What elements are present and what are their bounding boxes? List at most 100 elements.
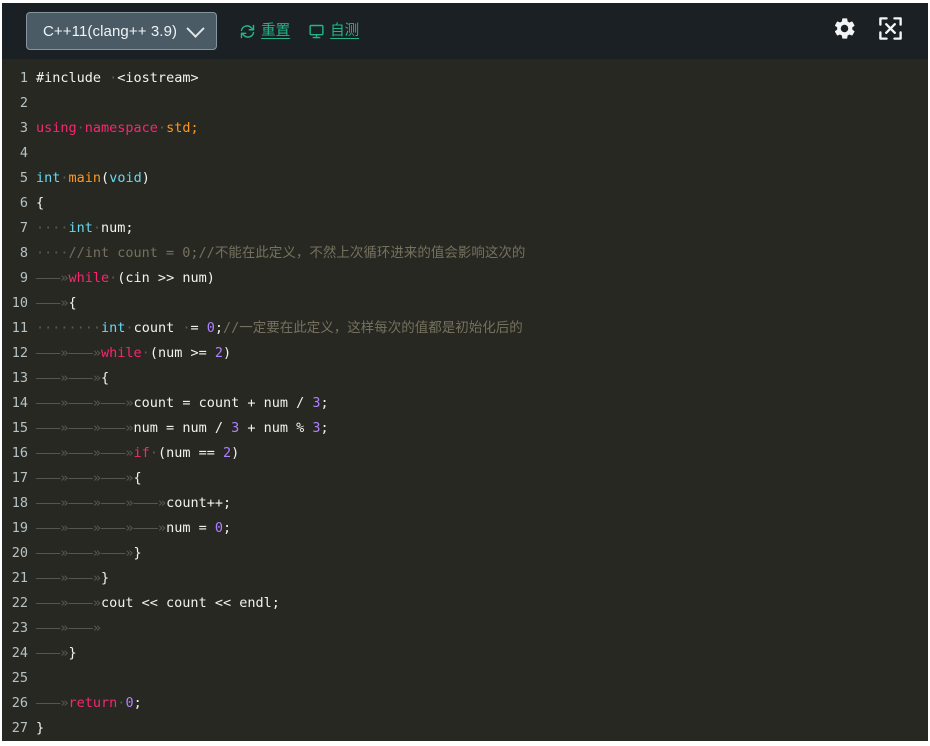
code-line[interactable]: 27} [2, 716, 928, 741]
code-line-text: ———»{ [36, 291, 928, 316]
code-token-plain: ) [222, 345, 232, 361]
code-line[interactable]: 26 ———»return·0; [2, 691, 928, 716]
code-line-text: ———»} [36, 641, 928, 666]
space-marker: · [141, 345, 150, 361]
code-line[interactable]: 6{ [2, 191, 928, 216]
tab-marker: ———» [36, 545, 69, 561]
tab-marker: ———» [36, 470, 69, 486]
selftest-button-label: 自测 [330, 22, 360, 39]
code-line[interactable]: 25 [2, 666, 928, 691]
code-line[interactable]: 11 ········int·count ·= 0;//一定要在此定义，这样每次的… [2, 316, 928, 341]
tab-marker: ———» [101, 445, 134, 461]
code-token-num: 3 [312, 395, 321, 411]
code-line[interactable]: 23 ———»———» [2, 616, 928, 641]
tab-marker: ———» [68, 495, 102, 511]
line-number: 8 [19, 245, 28, 261]
tab-marker: ———» [36, 495, 69, 511]
line-number: 11 [11, 320, 28, 336]
code-line[interactable]: 7 ····int·num; [2, 216, 928, 241]
code-line[interactable]: 24 ———»} [2, 641, 928, 666]
code-line[interactable]: 5 int·main(void) [2, 166, 928, 191]
code-line[interactable]: 10 ———»{ [2, 291, 928, 316]
reset-button[interactable]: 重置 [239, 23, 290, 40]
line-number: 7 [19, 220, 28, 236]
code-line[interactable]: 8 ····//int count = 0;//不能在此定义，不然上次循环进来的值… [2, 241, 928, 266]
code-line[interactable]: 16 ———»———»———»if·(num == 2) [2, 441, 928, 466]
tab-marker: ———» [36, 520, 69, 536]
code-line[interactable]: 3 using·namespace·std; [2, 116, 928, 141]
code-line-text: int·main(void) [36, 166, 928, 191]
tab-marker: ———» [36, 395, 69, 411]
code-token-fn: main [68, 170, 102, 186]
language-selector-value: C++11(clang++ 3.9) [43, 22, 178, 40]
code-line-text: ········int·count ·= 0;//一定要在此定义，这样每次的值都… [36, 316, 928, 341]
code-token-plain: cout << count << endl; [101, 595, 280, 611]
tab-marker: ———» [36, 645, 69, 661]
line-number: 16 [11, 445, 28, 461]
tab-marker: ———» [36, 570, 69, 586]
space-marker: · [157, 120, 167, 136]
refresh-icon [239, 23, 256, 40]
code-line[interactable]: 1 #include ·<iostream> [2, 66, 928, 91]
code-token-type: int [36, 170, 61, 186]
tab-marker: ———» [101, 470, 134, 486]
code-line-text: ———»———»cout << count << endl; [36, 591, 928, 616]
tab-marker: ———» [68, 620, 102, 636]
code-line[interactable]: 14 ———»———»———»count = count + num / 3; [2, 391, 928, 416]
code-line[interactable]: 19 ———»———»———»———»num = 0; [2, 516, 928, 541]
tab-marker: ———» [68, 395, 102, 411]
tab-marker: ———» [133, 520, 167, 536]
selftest-button[interactable]: 自测 [308, 23, 359, 40]
line-number: 1 [19, 70, 28, 86]
tab-marker: ———» [36, 595, 69, 611]
code-line-text: ———»———»———»if·(num == 2) [36, 441, 928, 466]
line-number: 22 [11, 595, 28, 611]
space-marker: · [76, 120, 85, 136]
code-token-plain: count = count + num / [133, 395, 313, 411]
language-selector[interactable]: C++11(clang++ 3.9) [26, 12, 218, 50]
gear-icon[interactable] [832, 16, 857, 46]
code-line[interactable]: 17 ———»———»———»{ [2, 466, 928, 491]
code-line[interactable]: 22 ———»———»cout << count << endl; [2, 591, 928, 616]
code-line-text: ———»———»———»} [36, 541, 928, 566]
code-line[interactable]: 15 ———»———»———»num = num / 3 + num % 3; [2, 416, 928, 441]
space-marker: ···· [36, 245, 69, 261]
code-line-text: ———»———»while·(num >= 2) [36, 341, 928, 366]
line-number: 10 [11, 295, 28, 311]
code-token-num: 0 [206, 320, 215, 336]
tab-marker: ———» [36, 420, 69, 436]
code-line[interactable]: 21 ———»———»} [2, 566, 928, 591]
code-token-plain: (num >= [149, 345, 215, 361]
space-marker: · [149, 445, 158, 461]
code-line[interactable]: 12 ———»———»while·(num >= 2) [2, 341, 928, 366]
code-token-plain: { [101, 370, 110, 386]
code-line[interactable]: 2 [2, 91, 928, 116]
code-token-plain: = [190, 320, 207, 336]
code-token-plain: (num == [157, 445, 223, 461]
code-token-fn: ; [190, 120, 199, 136]
expand-icon[interactable] [877, 15, 904, 47]
line-number: 12 [11, 345, 28, 361]
code-line-text: ———»return·0; [36, 691, 928, 716]
code-editor-area[interactable]: 1 #include ·<iostream> 2 3 using·namespace·s… [0, 59, 930, 743]
code-line[interactable]: 18 ———»———»———»———»count++; [2, 491, 928, 516]
space-marker: · [60, 170, 69, 186]
code-line[interactable]: 9 ———»while·(cin >> num) [2, 266, 928, 291]
reset-button-label: 重置 [261, 22, 291, 39]
code-line[interactable]: 4 [2, 141, 928, 166]
code-line-text: ———»———»———»———»num = 0; [36, 516, 928, 541]
code-line[interactable]: 13 ———»———»{ [2, 366, 928, 391]
tab-marker: ———» [133, 495, 167, 511]
toolbar-right-icons [832, 15, 910, 47]
code-token-plain: { [36, 195, 45, 211]
code-line[interactable]: 20 ———»———»———»} [2, 541, 928, 566]
code-token-type: int [68, 220, 93, 236]
code-token-plain: ; [320, 420, 329, 436]
tab-marker: ———» [68, 520, 102, 536]
tab-marker: ———» [68, 420, 102, 436]
code-token-num: 2 [214, 345, 223, 361]
code-token-plain: ; [214, 320, 224, 336]
code-token-num: 0 [125, 695, 134, 711]
code-token-com: //一定要在此定义，这样每次的值都是初始化后的 [223, 320, 523, 336]
tab-marker: ———» [68, 570, 102, 586]
